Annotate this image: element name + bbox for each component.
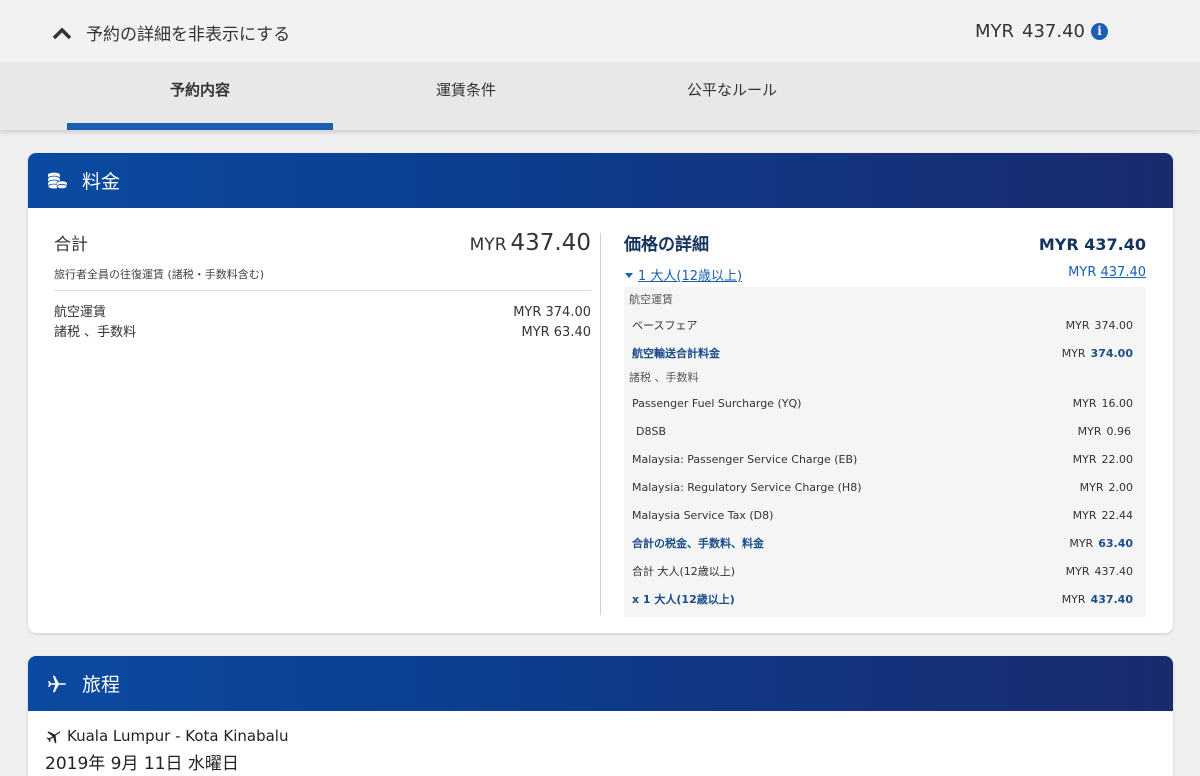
- row-label: ベースフェア: [632, 319, 698, 332]
- left-line-airfare: 航空運賃 MYR 374.00: [54, 303, 591, 323]
- total-label: 合計: [54, 235, 88, 255]
- row-label: Passenger Fuel Surcharge (YQ): [632, 396, 802, 410]
- row-currency: MYR: [1072, 396, 1097, 410]
- breakdown-row-tax-total: 合計の税金、手数料、料金 MYR 63.40: [624, 529, 1146, 557]
- total-subtitle: 旅行者全員の往復運賃 (諸税・手数料含む): [54, 266, 591, 291]
- total-currency: MYR: [469, 235, 507, 255]
- coins-icon: [47, 172, 68, 189]
- flight-date: 2019年 9月 11日 水曜日: [45, 754, 239, 774]
- tax-section-label: 諸税 、手数料: [629, 371, 699, 384]
- price-breakdown: 航空運賃 ベースフェア MYR 374.00 航空輸送合計料金 MYR 374.00…: [624, 287, 1146, 617]
- airplane-icon: [48, 675, 66, 692]
- info-icon[interactable]: i: [1091, 23, 1108, 40]
- row-label: Malaysia: Passenger Service Charge (EB): [632, 452, 858, 466]
- price-details-title: 価格の詳細: [624, 235, 709, 255]
- booking-summary-bar: 予約の詳細を非表示にする MYR 437.40 i: [0, 0, 1200, 62]
- row-currency: MYR: [1065, 564, 1090, 578]
- row-amount: 22.44: [1101, 508, 1134, 522]
- passenger-value[interactable]: 437.40: [1101, 265, 1147, 280]
- left-line-taxes: 諸税 、手数料 MYR 63.40: [54, 323, 591, 343]
- row-amount: 437.40: [1090, 592, 1133, 606]
- total-value: 437.40: [510, 230, 591, 256]
- itinerary-card-header: 旅程: [28, 656, 1173, 711]
- column-divider: [600, 233, 601, 615]
- passenger-currency: MYR: [1068, 265, 1097, 280]
- row-amount: 437.40: [1094, 564, 1134, 578]
- passenger-amount: MYR 437.40: [1068, 265, 1146, 284]
- flight-route: Kuala Lumpur - Kota Kinabalu: [45, 727, 1173, 745]
- tab-fair-rules[interactable]: 公平なルール: [599, 62, 865, 130]
- fare-card-header: 料金: [28, 153, 1173, 208]
- breakdown-row-tax: Malaysia: Passenger Service Charge (EB) …: [624, 445, 1146, 473]
- line-value: MYR 63.40: [521, 325, 591, 340]
- total-amount: MYR 437.40: [470, 230, 591, 256]
- breakdown-row-airfare-total: 航空輸送合計料金 MYR 374.00: [624, 339, 1146, 367]
- line-value: MYR 374.00: [513, 305, 591, 320]
- hide-details-toggle[interactable]: 予約の詳細を非表示にする: [50, 20, 290, 45]
- fare-total-panel: 合計 MYR 437.40 旅行者全員の往復運賃 (諸税・手数料含む) 航空運賃 …: [54, 230, 591, 343]
- row-currency: MYR: [1069, 536, 1094, 550]
- summary-amount: 437.40: [1022, 21, 1085, 42]
- breakdown-row-adult-total: 合計 大人(12歳以上) MYR 437.40: [624, 557, 1146, 585]
- row-amount: 2.00: [1108, 480, 1134, 494]
- row-label: 合計の税金、手数料、料金: [632, 537, 764, 550]
- row-label: 航空輸送合計料金: [632, 347, 720, 360]
- row-label: Malaysia Service Tax (D8): [632, 508, 774, 522]
- hide-details-label: 予約の詳細を非表示にする: [86, 25, 291, 45]
- row-currency: MYR: [1065, 318, 1090, 332]
- itinerary-card-title: 旅程: [82, 674, 121, 696]
- breakdown-row-tax: Malaysia Service Tax (D8) MYR 22.44: [624, 501, 1146, 529]
- row-currency: MYR: [1079, 480, 1104, 494]
- row-amount: 63.40: [1098, 536, 1133, 550]
- breakdown-row-tax: Passenger Fuel Surcharge (YQ) MYR 16.00: [624, 389, 1146, 417]
- route-label: Kuala Lumpur - Kota Kinabalu: [67, 727, 289, 745]
- airfare-section-label: 航空運賃: [629, 293, 673, 306]
- fare-card-title: 料金: [82, 171, 121, 193]
- airplane-icon: [46, 731, 61, 744]
- row-label: D8SB: [636, 424, 666, 438]
- breakdown-row-tax: Malaysia: Regulatory Service Charge (H8)…: [624, 473, 1146, 501]
- row-currency: MYR: [1072, 452, 1097, 466]
- passenger-label: 1 大人(12歳以上): [638, 269, 743, 284]
- breakdown-row-x1-adult: x 1 大人(12歳以上) MYR 437.40: [624, 585, 1146, 613]
- row-amount: 374.00: [1090, 346, 1133, 360]
- row-amount: 22.00: [1101, 452, 1134, 466]
- row-currency: MYR: [1072, 508, 1097, 522]
- row-label: 合計 大人(12歳以上): [632, 565, 736, 578]
- chevron-up-icon: [52, 27, 72, 39]
- breakdown-row-tax: D8SB MYR 0.96: [624, 417, 1146, 445]
- row-currency: MYR: [1077, 424, 1102, 438]
- tab-reservation-details[interactable]: 予約内容: [67, 62, 333, 130]
- passenger-toggle[interactable]: 1 大人(12歳以上): [624, 265, 742, 284]
- row-amount: 374.00: [1094, 318, 1134, 332]
- breakdown-row-base-fare: ベースフェア MYR 374.00: [624, 311, 1146, 339]
- line-label: 諸税 、手数料: [54, 325, 137, 340]
- price-details-total: MYR 437.40: [1038, 235, 1146, 254]
- row-currency: MYR: [1061, 346, 1086, 360]
- line-label: 航空運賃: [54, 305, 107, 320]
- itinerary-card: 旅程 Kuala Lumpur - Kota Kinabalu 2019年 9月…: [28, 656, 1173, 776]
- row-currency: MYR: [1061, 592, 1086, 606]
- row-label: x 1 大人(12歳以上): [632, 593, 735, 606]
- summary-total: MYR 437.40 i: [975, 21, 1108, 42]
- tab-fare-conditions[interactable]: 運賃条件: [333, 62, 599, 130]
- row-label: Malaysia: Regulatory Service Charge (H8): [632, 480, 862, 494]
- row-amount: 0.96: [1106, 424, 1132, 438]
- row-amount: 16.00: [1101, 396, 1134, 410]
- tab-bar: 予約内容 運賃条件 公平なルール: [0, 62, 1200, 130]
- summary-currency: MYR: [974, 21, 1015, 42]
- price-details-panel: 価格の詳細 MYR 437.40 1 大人(12歳以上) MYR 437.40 …: [624, 230, 1146, 617]
- caret-down-icon: [625, 272, 633, 278]
- fare-card: 料金 合計 MYR 437.40 旅行者全員の往復運賃 (諸税・手数料含む) 航空…: [28, 153, 1173, 633]
